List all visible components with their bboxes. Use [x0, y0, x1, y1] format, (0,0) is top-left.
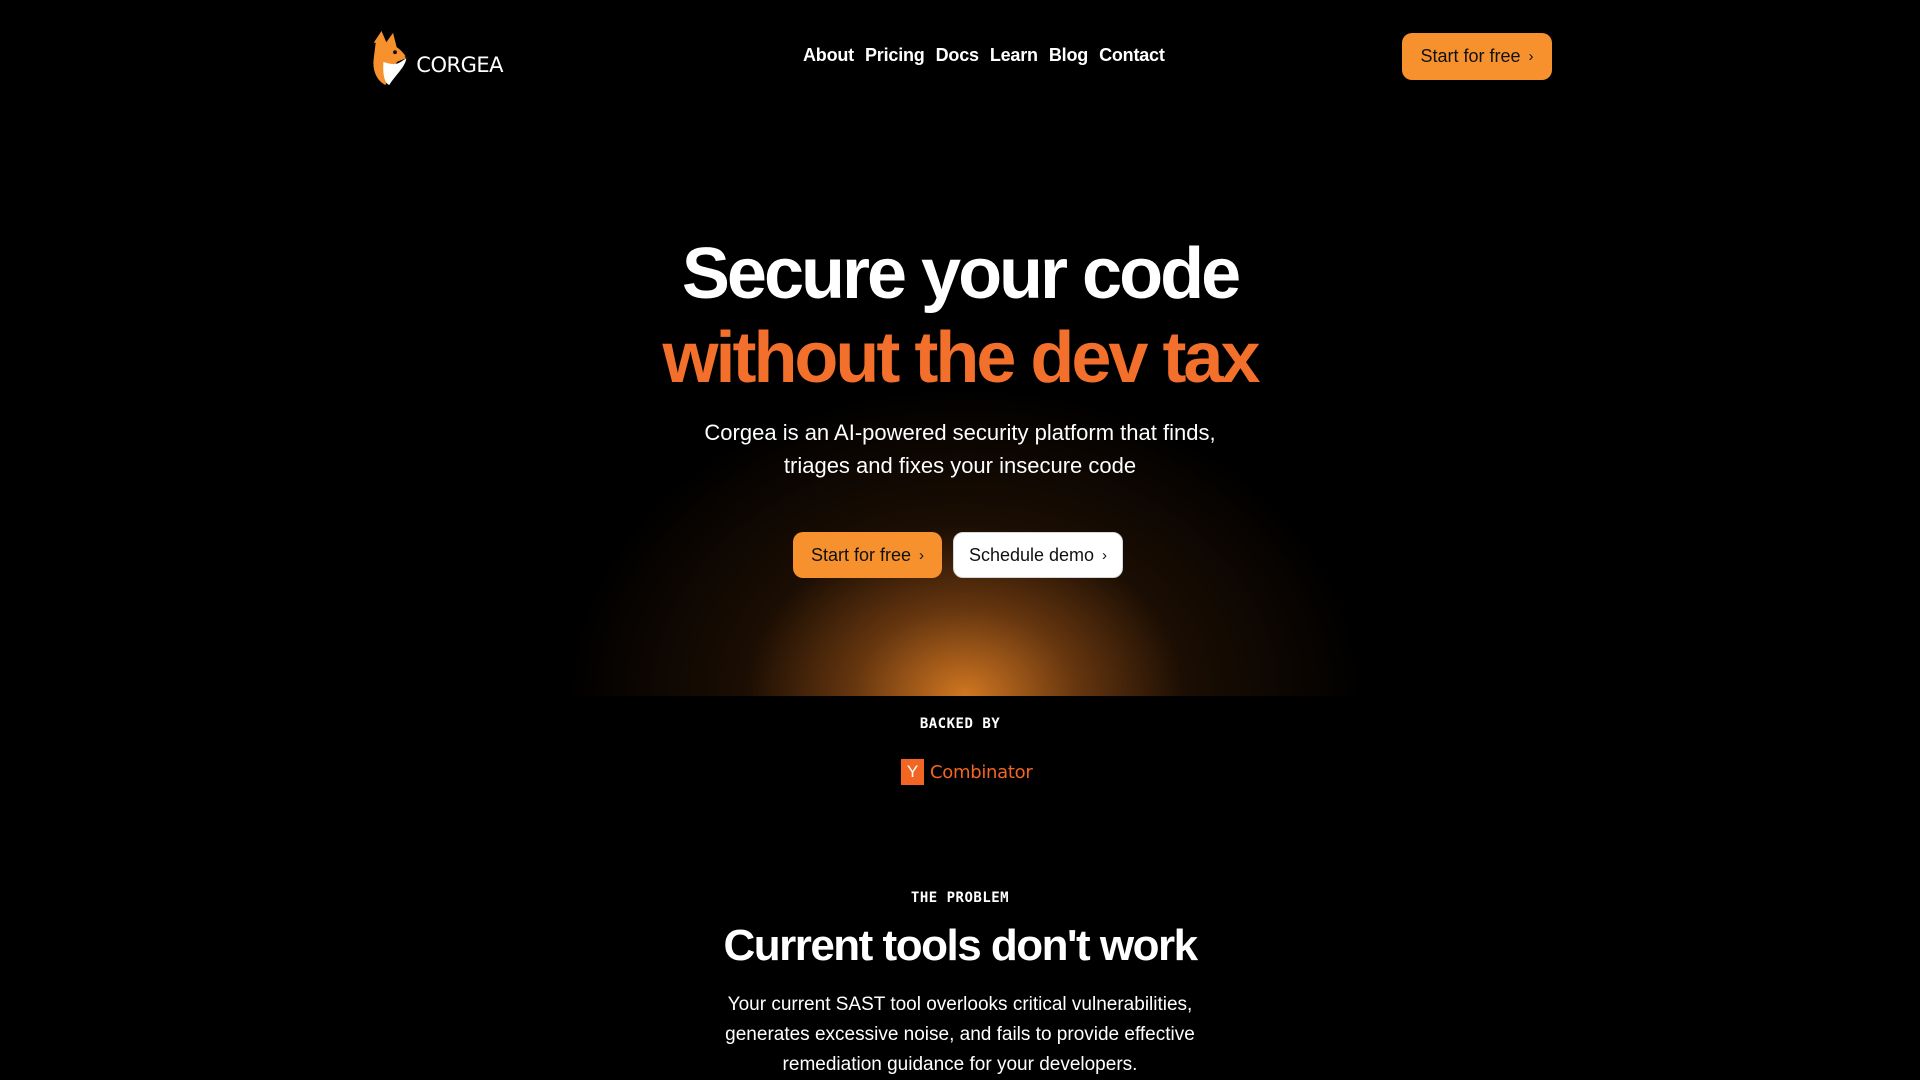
hero-start-free-label: Start for free [810, 544, 912, 565]
schedule-demo-label: Schedule demo [968, 544, 1095, 565]
corgi-icon [373, 30, 410, 86]
problem-eyebrow: THE PROBLEM [910, 890, 1010, 906]
nav-contact[interactable]: Contact [1099, 42, 1165, 68]
nav-pricing[interactable]: Pricing [865, 42, 925, 68]
hero-start-free-button[interactable]: Start for free › [793, 532, 942, 578]
schedule-demo-button[interactable]: Schedule demo › [953, 532, 1123, 578]
problem-body-line: Your current SAST tool overlooks critica… [727, 994, 1193, 1015]
hero-subtitle: Corgea is an AI-powered security platfor… [660, 416, 1260, 482]
hero-subtitle-line: triages and fixes your insecure code [783, 453, 1137, 478]
problem-title: Current tools don't work [723, 921, 1198, 970]
logo-wordmark: CORGEA [416, 53, 503, 77]
nav-docs[interactable]: Docs [936, 42, 979, 68]
chevron-right-icon: › [1528, 48, 1534, 65]
chevron-right-icon: › [1102, 546, 1108, 564]
header-cta-label: Start for free [1420, 46, 1521, 66]
problem-body-line: generates excessive noise, and fails to … [725, 1024, 1195, 1045]
backed-by-label: BACKED BY [919, 716, 1001, 732]
nav-blog[interactable]: Blog [1049, 42, 1088, 68]
chevron-right-icon: › [919, 546, 925, 564]
y-combinator-icon: Y [901, 759, 924, 785]
nav-about[interactable]: About [803, 42, 854, 68]
problem-body: Your current SAST tool overlooks critica… [720, 990, 1200, 1080]
y-combinator-wordmark: Combinator [930, 761, 1033, 783]
nav-learn[interactable]: Learn [990, 42, 1038, 68]
problem-body-line: remediation guidance for your developers… [782, 1054, 1138, 1075]
hero-title: Secure your code [681, 234, 1241, 314]
header-start-free-button[interactable]: Start for free › [1402, 33, 1552, 80]
site-header: CORGEA About Pricing Docs Learn Blog Con… [0, 0, 1920, 112]
corgea-logo[interactable]: CORGEA [368, 28, 503, 88]
main-nav: About Pricing Docs Learn Blog Contact [803, 42, 1165, 68]
hero-title-accent: without the dev tax [662, 318, 1260, 398]
landing-page: CORGEA About Pricing Docs Learn Blog Con… [0, 0, 1920, 1080]
hero-subtitle-line: Corgea is an AI-powered security platfor… [704, 420, 1216, 445]
y-combinator-logo: Y Combinator [901, 759, 1033, 785]
